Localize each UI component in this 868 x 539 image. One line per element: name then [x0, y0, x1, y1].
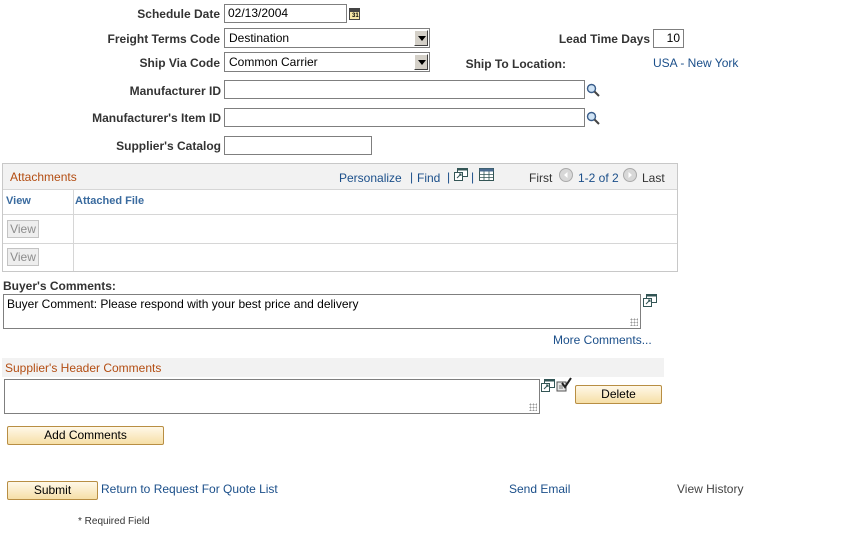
resize-grip-icon[interactable] [529, 403, 537, 411]
supplier-catalog-label: Supplier's Catalog [116, 139, 221, 153]
separator: | [447, 170, 451, 184]
ship-to-label: Ship To Location: [465, 57, 566, 71]
find-link[interactable]: Find [417, 171, 440, 185]
table-row: View [3, 244, 677, 271]
attachments-column-header: View Attached File [3, 190, 677, 215]
supplier-comments-title: Supplier's Header Comments [5, 361, 162, 375]
column-attached-file-header[interactable]: Attached File [75, 195, 144, 207]
chevron-down-icon [414, 54, 428, 70]
freight-terms-value: Destination [229, 31, 290, 45]
view-button[interactable]: View [7, 248, 39, 266]
view-button[interactable]: View [7, 220, 39, 238]
return-to-rfq-list-link[interactable]: Return to Request For Quote List [101, 482, 278, 496]
row-range: 1-2 of 2 [578, 171, 619, 185]
manufacturer-id-label: Manufacturer ID [129, 84, 221, 98]
last-label: Last [642, 171, 665, 185]
buyers-comments-label: Buyer's Comments: [3, 279, 116, 293]
next-arrow-icon [623, 168, 637, 182]
lead-time-label: Lead Time Days [558, 32, 650, 46]
ship-via-value: Common Carrier [229, 55, 318, 69]
send-email-link[interactable]: Send Email [509, 482, 570, 496]
buyers-comments-textarea[interactable]: Buyer Comment: Please respond with your … [3, 294, 641, 329]
spell-check-icon[interactable] [556, 377, 572, 392]
attachments-grid: Attachments Personalize | Find | | First… [2, 163, 678, 272]
schedule-date-label: Schedule Date [137, 7, 220, 21]
add-comments-button[interactable]: Add Comments [7, 426, 164, 445]
more-comments-link[interactable]: More Comments... [553, 333, 652, 347]
schedule-date-input[interactable]: 02/13/2004 [224, 4, 347, 23]
resize-grip-icon[interactable] [630, 318, 638, 326]
attachments-header: Attachments Personalize | Find | | First… [3, 164, 677, 190]
delete-button[interactable]: Delete [575, 385, 662, 404]
first-label: First [529, 171, 553, 185]
search-icon[interactable] [586, 111, 600, 125]
calendar-icon[interactable]: 31 [349, 8, 360, 20]
new-window-icon[interactable] [454, 168, 468, 181]
attachments-title: Attachments [10, 170, 77, 184]
submit-button[interactable]: Submit [7, 481, 98, 500]
separator: | [410, 170, 414, 184]
manufacturer-item-id-label: Manufacturer's Item ID [92, 111, 221, 125]
previous-arrow-icon [559, 168, 573, 182]
grid-view-icon[interactable] [479, 168, 494, 181]
buyers-comments-text: Buyer Comment: Please respond with your … [7, 297, 359, 311]
expand-window-icon[interactable] [643, 294, 657, 307]
supplier-comments-header: Supplier's Header Comments [2, 358, 664, 377]
lead-time-input[interactable]: 10 [653, 29, 684, 48]
manufacturer-item-id-input[interactable] [224, 108, 585, 127]
freight-terms-label: Freight Terms Code [107, 32, 220, 46]
table-row: View [3, 216, 677, 244]
separator: | [471, 170, 475, 184]
freight-terms-select[interactable]: Destination [224, 28, 430, 48]
ship-to-link[interactable]: USA - New York [653, 56, 738, 70]
supplier-comments-textarea[interactable] [4, 379, 540, 414]
chevron-down-icon [414, 30, 428, 46]
search-icon[interactable] [586, 83, 600, 97]
ship-via-label: Ship Via Code [139, 56, 220, 70]
column-view-header[interactable]: View [6, 195, 31, 207]
view-history-text: View History [677, 482, 744, 496]
supplier-catalog-input[interactable] [224, 136, 372, 155]
ship-via-select[interactable]: Common Carrier [224, 52, 430, 72]
manufacturer-id-input[interactable] [224, 80, 585, 99]
expand-window-icon[interactable] [541, 379, 555, 392]
personalize-link[interactable]: Personalize [339, 171, 402, 185]
required-field-note: * Required Field [78, 516, 150, 527]
